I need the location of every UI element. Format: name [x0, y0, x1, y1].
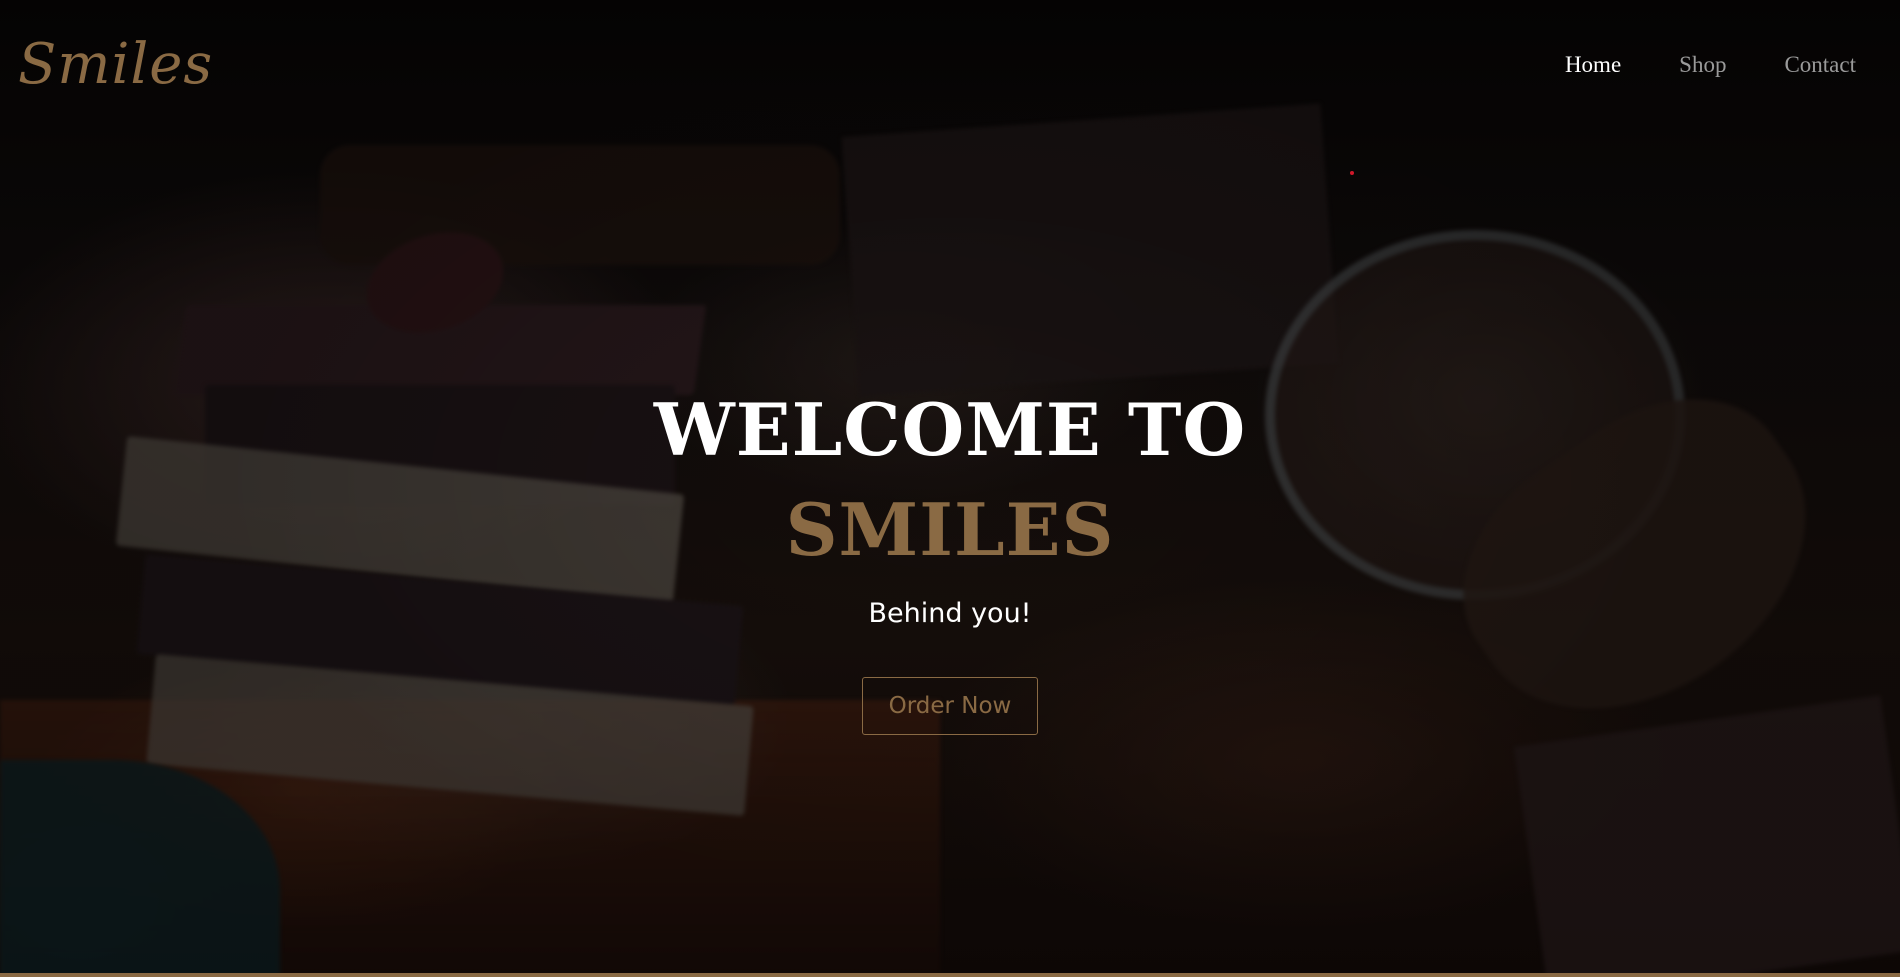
hero-title: WELCOME TO SMILES [0, 380, 1900, 580]
page: Smiles Home Shop Contact WELCOME TO SMIL… [0, 0, 1900, 977]
hero-title-brand: SMILES [785, 487, 1115, 572]
site-header: Smiles Home Shop Contact [0, 0, 1900, 140]
site-logo[interactable]: Smiles [18, 32, 213, 97]
nav-item-shop[interactable]: Shop [1679, 52, 1726, 78]
hero-title-line1: WELCOME TO [653, 387, 1247, 472]
order-now-button[interactable]: Order Now [862, 677, 1038, 735]
nav-item-contact[interactable]: Contact [1784, 52, 1856, 78]
main-nav: Home Shop Contact [1565, 52, 1856, 78]
hero-subtitle: Behind you! [868, 598, 1032, 629]
nav-item-home[interactable]: Home [1565, 52, 1621, 78]
cursor-dot [1350, 171, 1354, 175]
bottom-accent-line [0, 973, 1900, 977]
hero-section: WELCOME TO SMILES Behind you! Order Now [0, 380, 1900, 735]
